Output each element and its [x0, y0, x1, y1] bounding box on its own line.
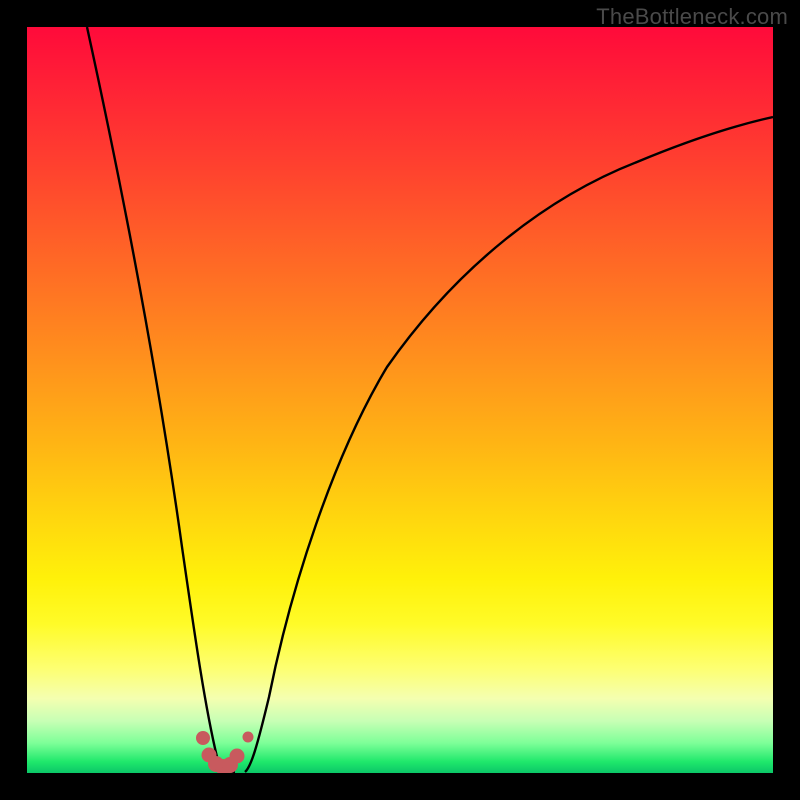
valley-marker [243, 732, 254, 743]
bottleneck-curve-right [245, 117, 773, 772]
chart-frame: TheBottleneck.com [0, 0, 800, 800]
bottleneck-curve-left [87, 27, 235, 772]
valley-marker [196, 731, 210, 745]
curve-layer [27, 27, 773, 773]
valley-markers-group [196, 731, 254, 773]
valley-marker [230, 749, 245, 764]
plot-area [27, 27, 773, 773]
watermark-text: TheBottleneck.com [596, 4, 788, 30]
